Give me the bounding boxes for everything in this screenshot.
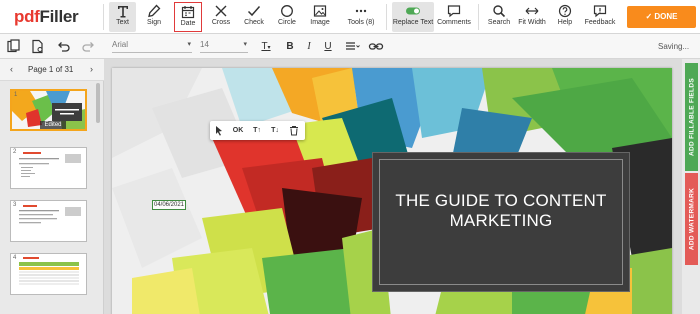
page-number: 3 — [13, 202, 17, 208]
pages-panel-icon[interactable] — [6, 39, 22, 54]
done-button[interactable]: ✓ DONE — [627, 6, 696, 28]
date-field[interactable]: 04/06/2021 — [152, 200, 186, 210]
thumbnail-preview — [11, 254, 86, 294]
edited-badge: Edited — [40, 121, 66, 129]
check-tool-button[interactable]: Check — [240, 2, 268, 32]
cover-title[interactable]: THE GUIDE TO CONTENT MARKETING — [373, 191, 629, 231]
main-toolbar: pdfFiller Text Sign Date Cross Check Cir… — [0, 0, 700, 34]
align-icon[interactable] — [344, 39, 360, 54]
sign-tool-button[interactable]: Sign — [140, 2, 168, 32]
chevron-down-icon: ▾ — [187, 41, 191, 48]
search-icon — [493, 5, 506, 18]
font-size-select[interactable]: 14 ▾ — [200, 40, 248, 53]
document-page[interactable]: THE GUIDE TO CONTENT MARKETING 04/06/202… — [112, 68, 672, 314]
more-dots-icon — [355, 9, 367, 13]
thumbnail-preview — [11, 148, 86, 188]
circle-tool-button[interactable]: Circle — [273, 2, 301, 32]
replace-toggle-icon — [406, 7, 420, 15]
checkmark-icon — [247, 6, 261, 17]
right-rail: ADD FILLABLE FIELDS ADD WATERMARK — [682, 59, 700, 314]
image-tool-button[interactable]: Image — [306, 2, 334, 32]
increase-font-button[interactable]: T↑ — [250, 125, 264, 136]
text-icon — [117, 6, 128, 18]
page-thumbnail[interactable]: 4 — [10, 253, 87, 295]
replace-text-button[interactable]: Replace Text — [392, 2, 434, 32]
prev-page-button[interactable]: ‹ — [10, 64, 13, 74]
underline-button[interactable]: U — [321, 39, 335, 54]
next-page-button[interactable]: › — [90, 64, 93, 74]
pen-icon — [148, 4, 161, 18]
text-tool-button[interactable]: Text — [109, 2, 136, 32]
trash-icon[interactable] — [288, 125, 300, 136]
add-watermark-tab[interactable]: ADD WATERMARK — [685, 173, 698, 265]
fit-width-icon — [525, 7, 539, 15]
comments-button[interactable]: Comments — [437, 2, 471, 32]
page-thumbnail[interactable]: 2 — [10, 147, 87, 189]
document-canvas[interactable]: THE GUIDE TO CONTENT MARKETING 04/06/202… — [104, 59, 682, 314]
undo-icon[interactable] — [56, 39, 72, 54]
text-edit-popup: OK T↑ T↓ — [210, 121, 305, 140]
thumbnail-preview — [11, 201, 86, 241]
thumbnail-scrollbar[interactable] — [96, 83, 100, 123]
page-number: 1 — [14, 92, 18, 98]
fit-width-button[interactable]: Fit Width — [517, 2, 547, 32]
calendar-icon — [181, 6, 195, 19]
font-family-select[interactable]: Arial ▾ — [112, 40, 192, 53]
page-indicator: Page 1 of 31 — [28, 65, 74, 74]
move-icon[interactable] — [214, 125, 226, 136]
page-settings-icon[interactable] — [30, 39, 46, 54]
page-number: 2 — [13, 149, 17, 155]
italic-button[interactable]: I — [302, 39, 316, 54]
link-icon[interactable] — [368, 39, 384, 54]
format-toolbar: Arial ▾ 14 ▾ T▾ B I U Saving... — [0, 34, 700, 59]
page-thumbnails-panel: ‹ Page 1 of 31 › 1 Edited 2 3 4 — [0, 59, 104, 314]
feedback-icon — [593, 5, 607, 18]
toolbar-divider — [103, 4, 104, 30]
redo-icon[interactable] — [80, 39, 96, 54]
help-icon — [558, 4, 572, 18]
feedback-button[interactable]: Feedback — [583, 2, 617, 32]
decrease-font-button[interactable]: T↓ — [268, 125, 282, 136]
page-navigator: ‹ Page 1 of 31 › — [0, 59, 104, 81]
page-thumbnail[interactable]: 3 — [10, 200, 87, 242]
chevron-down-icon: ▾ — [267, 45, 271, 51]
toolbar-divider — [478, 4, 479, 30]
cover-title-box: THE GUIDE TO CONTENT MARKETING — [372, 152, 630, 292]
toolbar-divider — [386, 4, 387, 30]
save-status: Saving... — [658, 42, 690, 51]
date-tool-button[interactable]: Date — [174, 2, 202, 32]
help-button[interactable]: Help — [553, 2, 577, 32]
search-button[interactable]: Search — [485, 2, 513, 32]
cross-icon — [215, 5, 227, 17]
ok-button[interactable]: OK — [230, 125, 246, 136]
page-number: 4 — [13, 255, 17, 261]
text-color-button[interactable]: T▾ — [256, 39, 276, 54]
comment-icon — [447, 5, 461, 18]
image-icon — [313, 5, 327, 17]
chevron-down-icon: ▾ — [243, 41, 247, 48]
more-tools-button[interactable]: Tools (8) — [343, 2, 379, 32]
page-thumbnail[interactable]: 1 Edited — [10, 89, 87, 131]
bold-button[interactable]: B — [283, 39, 297, 54]
circle-icon — [281, 5, 293, 17]
cross-tool-button[interactable]: Cross — [207, 2, 235, 32]
add-fillable-fields-tab[interactable]: ADD FILLABLE FIELDS — [685, 63, 698, 171]
pdffiller-logo[interactable]: pdfFiller — [14, 7, 79, 27]
